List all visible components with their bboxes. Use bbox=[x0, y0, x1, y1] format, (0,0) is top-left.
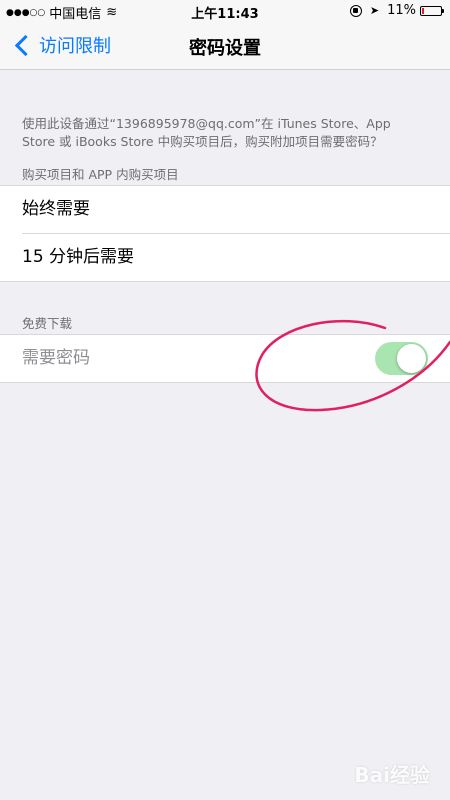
orientation-lock-icon bbox=[349, 4, 362, 17]
battery-fill bbox=[422, 7, 424, 14]
navigation-bar: 访问限制 密码设置 bbox=[0, 22, 450, 70]
option-always-require[interactable]: 始终需要 bbox=[0, 186, 450, 233]
section-header-purchases: 购买项目和 APP 内购买项目 bbox=[22, 167, 179, 182]
purchase-options-group: 始终需要 15 分钟后需要 bbox=[0, 185, 450, 282]
watermark: Bai经验 bbox=[354, 763, 430, 787]
require-password-label: 需要密码 bbox=[22, 348, 90, 368]
require-password-row: 需要密码 bbox=[0, 335, 450, 382]
page-title: 密码设置 bbox=[189, 38, 261, 59]
battery-icon bbox=[420, 5, 444, 16]
free-downloads-group: 需要密码 bbox=[0, 334, 450, 383]
purchase-description: 使用此设备通过“1396895978@qq.com”在 iTunes Store… bbox=[22, 116, 391, 149]
section-header-free-downloads: 免费下载 bbox=[22, 316, 73, 331]
status-bar: ●●●○○ 中国电信 ≋ 上午11:43 ➤ 11% bbox=[0, 0, 450, 22]
status-right: ➤ 11% bbox=[349, 3, 444, 18]
require-password-toggle[interactable] bbox=[375, 342, 428, 375]
option-require-after-15-min[interactable]: 15 分钟后需要 bbox=[22, 233, 450, 281]
location-icon: ➤ bbox=[369, 4, 380, 17]
toggle-knob bbox=[397, 344, 426, 373]
battery-percent: 11% bbox=[387, 3, 416, 18]
